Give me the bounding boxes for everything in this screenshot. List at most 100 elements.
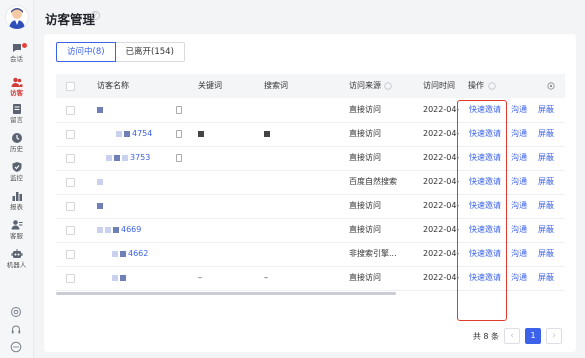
table-header: 访客名称 关键词 搜索词 访问来源 访问时间 操作 bbox=[56, 74, 565, 98]
block-button[interactable]: 屏蔽 bbox=[538, 146, 554, 170]
sidebar-item-robot[interactable]: 机器人 bbox=[0, 248, 33, 276]
quick-invite-button[interactable]: 快速邀请 bbox=[469, 194, 501, 218]
chat-button[interactable]: 沟通 bbox=[511, 266, 527, 290]
chat-icon bbox=[12, 44, 21, 52]
select-all-checkbox[interactable] bbox=[66, 82, 75, 91]
time-cell: 2022-04- bbox=[423, 177, 460, 186]
chat-button[interactable]: 沟通 bbox=[511, 194, 527, 218]
sidebar-item-messages[interactable]: 留言 bbox=[0, 103, 33, 131]
sidebar: 会话 访客 留言 历史 监控 报表 客服 机器人 bbox=[0, 0, 34, 358]
more-icon[interactable] bbox=[10, 341, 22, 353]
table-row[interactable]: 百度自然搜索 2022-04- 快速邀请 沟通 屏蔽 bbox=[56, 170, 565, 195]
block-button[interactable]: 屏蔽 bbox=[538, 122, 554, 146]
notification-dot bbox=[22, 43, 27, 48]
column-header-time: 访问时间 bbox=[423, 81, 455, 90]
pagination: 共 8 条 ‹ 1 › bbox=[473, 328, 562, 344]
device-phone-icon bbox=[176, 122, 182, 146]
chat-button[interactable]: 沟通 bbox=[511, 170, 527, 194]
table-row[interactable]: 直接访问 2022-04- 快速邀请 沟通 屏蔽 bbox=[56, 194, 565, 219]
quick-invite-button[interactable]: 快速邀请 bbox=[469, 170, 501, 194]
masked-name-block bbox=[120, 274, 126, 281]
row-checkbox[interactable] bbox=[66, 130, 75, 139]
horizontal-scrollbar[interactable] bbox=[56, 291, 565, 296]
row-checkbox[interactable] bbox=[66, 154, 75, 163]
page-number-button[interactable]: 1 bbox=[525, 328, 541, 344]
column-header-source: 访问来源 bbox=[349, 81, 381, 90]
table-row[interactable]: 4669 直接访问 2022-04- 快速邀请 沟通 屏蔽 bbox=[56, 218, 565, 243]
masked-name-block bbox=[112, 274, 118, 281]
table-row[interactable]: 3753 直接访问 2022-04- 快速邀请 沟通 屏蔽 bbox=[56, 146, 565, 171]
sidebar-item-label: 客服 bbox=[10, 232, 23, 240]
block-button[interactable]: 屏蔽 bbox=[538, 242, 554, 266]
block-button[interactable]: 屏蔽 bbox=[538, 170, 554, 194]
help-icon[interactable]: ? bbox=[91, 11, 100, 20]
sidebar-item-history[interactable]: 历史 bbox=[0, 132, 33, 160]
prev-page-button[interactable]: ‹ bbox=[504, 328, 520, 344]
sidebar-item-agents[interactable]: 客服 bbox=[0, 219, 33, 247]
table-row[interactable]: 4662 非搜索引擎... 2022-04- 快速邀请 沟通 屏蔽 bbox=[56, 242, 565, 267]
quick-invite-button[interactable]: 快速邀请 bbox=[469, 146, 501, 170]
scrollbar-thumb[interactable] bbox=[56, 292, 396, 295]
time-cell: 2022-04- bbox=[423, 273, 460, 282]
quick-invite-button[interactable]: 快速邀请 bbox=[469, 122, 501, 146]
visitor-name[interactable] bbox=[97, 194, 105, 218]
visitors-icon bbox=[11, 77, 22, 87]
sidebar-item-monitor[interactable]: 监控 bbox=[0, 161, 33, 189]
quick-invite-button[interactable]: 快速邀请 bbox=[469, 218, 501, 242]
sidebar-item-label: 报表 bbox=[10, 203, 23, 211]
tab-left[interactable]: 已离开(154) bbox=[115, 42, 185, 62]
table-row[interactable]: 直接访问 2022-04- 快速邀请 沟通 屏蔽 bbox=[56, 98, 565, 123]
block-button[interactable]: 屏蔽 bbox=[538, 218, 554, 242]
visitor-name[interactable] bbox=[112, 266, 128, 290]
next-page-button[interactable]: › bbox=[546, 328, 562, 344]
row-checkbox[interactable] bbox=[66, 106, 75, 115]
masked-name-block bbox=[106, 154, 112, 161]
block-button[interactable]: 屏蔽 bbox=[538, 194, 554, 218]
message-icon bbox=[12, 104, 21, 114]
visitor-name[interactable] bbox=[97, 170, 105, 194]
chat-button[interactable]: 沟通 bbox=[511, 242, 527, 266]
visitor-name[interactable]: 4662 bbox=[112, 242, 148, 266]
visitor-name[interactable]: 3753 bbox=[106, 146, 150, 170]
visitor-name[interactable]: 4754 bbox=[116, 122, 152, 146]
total-count: 共 8 条 bbox=[472, 331, 499, 341]
row-checkbox[interactable] bbox=[66, 226, 75, 235]
table-row[interactable]: – – 直接访问 2022-04- 快速邀请 沟通 屏蔽 bbox=[56, 266, 565, 291]
search-cell: – bbox=[264, 273, 268, 282]
visitor-name[interactable] bbox=[97, 98, 105, 122]
main-panel: 访问中(8) 已离开(154) 访客名称 关键词 搜索词 访问来源 访问时间 操… bbox=[44, 34, 576, 352]
row-checkbox[interactable] bbox=[66, 202, 75, 211]
masked-name-block bbox=[105, 226, 111, 233]
quick-invite-button[interactable]: 快速邀请 bbox=[469, 266, 501, 290]
visitor-name[interactable]: 4669 bbox=[97, 218, 141, 242]
row-checkbox[interactable] bbox=[66, 250, 75, 259]
column-settings-icon[interactable] bbox=[547, 82, 555, 90]
quick-invite-button[interactable]: 快速邀请 bbox=[469, 242, 501, 266]
table-row[interactable]: 4754 直接访问 2022-04- 快速邀请 沟通 屏蔽 bbox=[56, 122, 565, 147]
headset-icon[interactable] bbox=[10, 324, 22, 336]
source-cell: 百度自然搜索 bbox=[349, 177, 397, 186]
actions-help-icon[interactable] bbox=[488, 82, 496, 90]
user-avatar[interactable] bbox=[5, 5, 29, 29]
chat-button[interactable]: 沟通 bbox=[511, 218, 527, 242]
masked-name-block bbox=[97, 202, 103, 209]
chat-button[interactable]: 沟通 bbox=[511, 98, 527, 122]
sidebar-item-reports[interactable]: 报表 bbox=[0, 190, 33, 218]
sidebar-item-label: 留言 bbox=[10, 116, 23, 124]
column-header-name: 访客名称 bbox=[97, 81, 129, 90]
chat-button[interactable]: 沟通 bbox=[511, 122, 527, 146]
quick-invite-button[interactable]: 快速邀请 bbox=[469, 98, 501, 122]
settings-icon[interactable] bbox=[10, 306, 22, 318]
block-button[interactable]: 屏蔽 bbox=[538, 98, 554, 122]
masked-name-block bbox=[124, 130, 130, 137]
masked-name-block bbox=[113, 226, 119, 233]
row-checkbox[interactable] bbox=[66, 274, 75, 283]
source-help-icon[interactable] bbox=[384, 82, 392, 90]
sidebar-item-chat[interactable]: 会话 bbox=[0, 42, 33, 70]
tab-visiting[interactable]: 访问中(8) bbox=[56, 42, 116, 62]
masked-name-block bbox=[97, 106, 103, 113]
chat-button[interactable]: 沟通 bbox=[511, 146, 527, 170]
block-button[interactable]: 屏蔽 bbox=[538, 266, 554, 290]
row-checkbox[interactable] bbox=[66, 178, 75, 187]
sidebar-item-visitors[interactable]: 访客 bbox=[0, 76, 33, 104]
